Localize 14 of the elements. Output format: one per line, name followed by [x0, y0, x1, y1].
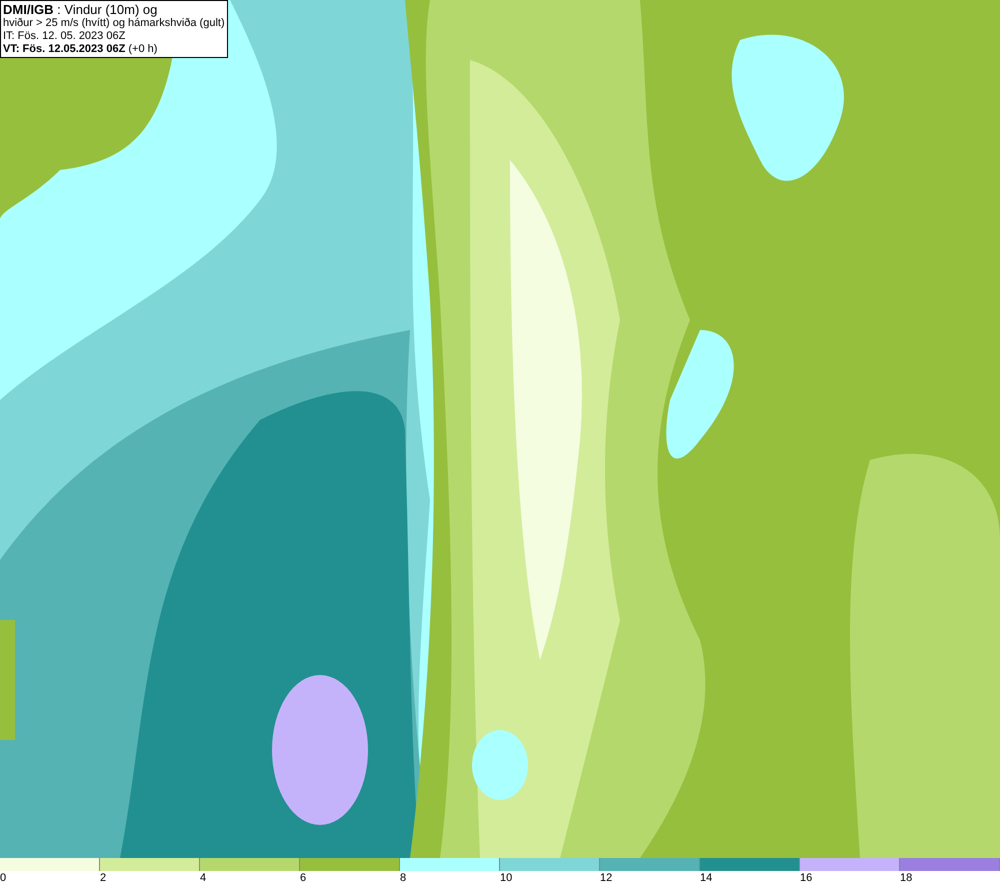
- legend-label: 0: [0, 871, 6, 885]
- legend-label: 4: [200, 871, 206, 885]
- info-line: IT: Fös. 12. 05. 2023 06Z: [3, 30, 126, 43]
- legend-label: 12: [600, 871, 612, 885]
- legend-label: 10: [500, 871, 512, 885]
- legend-label: 8: [400, 871, 406, 885]
- legend-label: 16: [800, 871, 812, 885]
- legend-label: 2: [100, 871, 106, 885]
- legend-label: 14: [700, 871, 712, 885]
- info-line: DMI/IGB : Vindur (10m) og: [3, 2, 158, 17]
- legend-label: 6: [300, 871, 306, 885]
- info-line: VT: Fös. 12.05.2023 06Z (+0 h): [3, 43, 158, 56]
- legend-label: 18: [900, 871, 912, 885]
- info-line: hviður > 25 m/s (hvítt) og hámarkshviða (gult): [3, 17, 225, 30]
